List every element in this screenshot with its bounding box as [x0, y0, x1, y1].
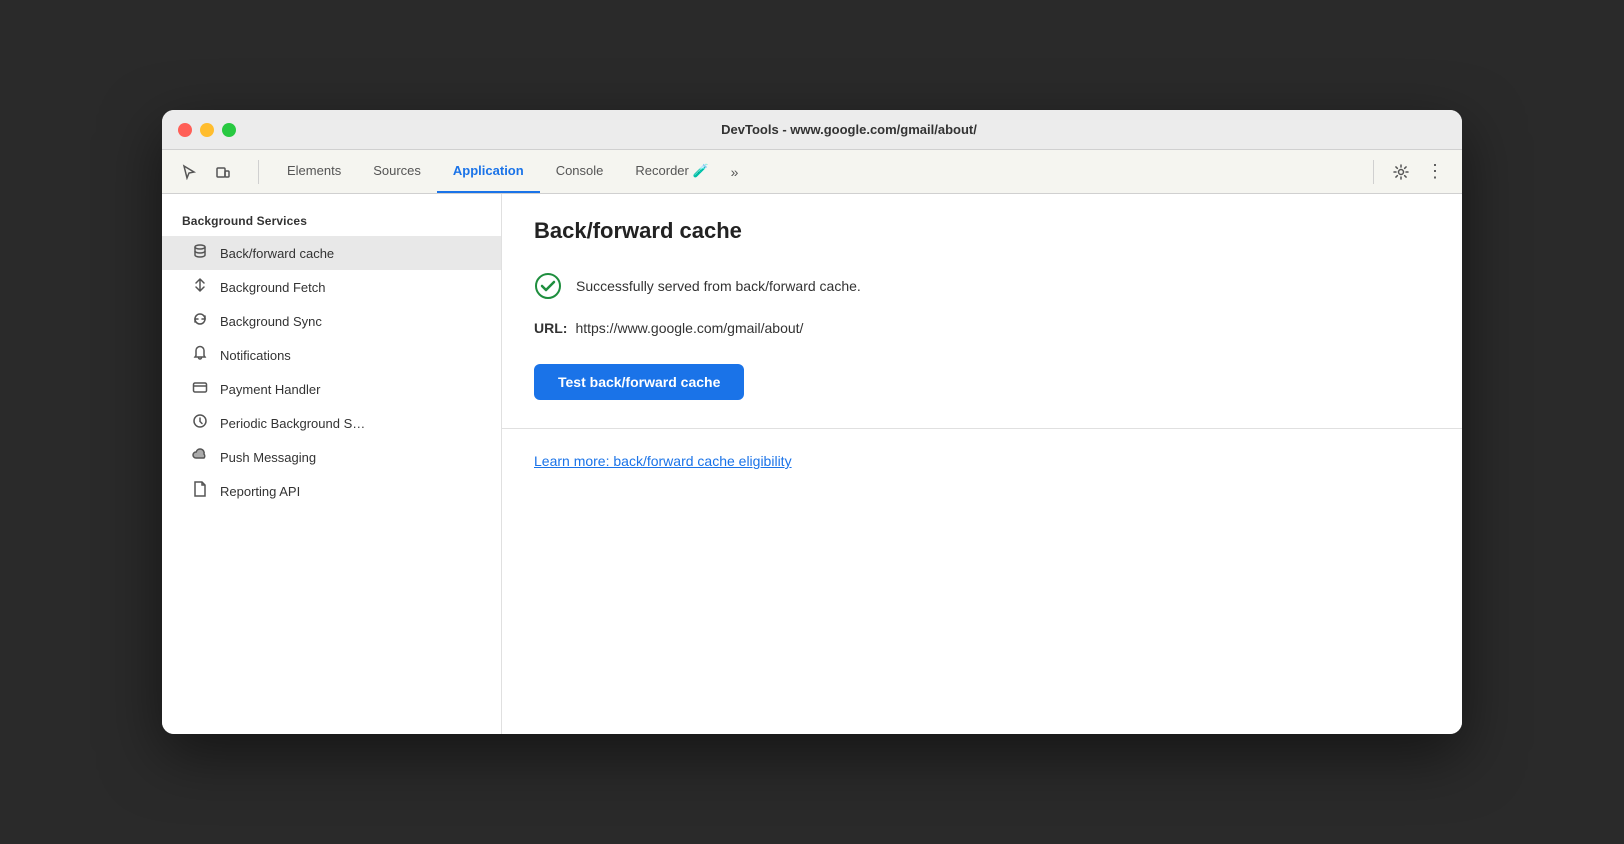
tabs: Elements Sources Application Console Rec…	[271, 150, 1361, 193]
url-value: https://www.google.com/gmail/about/	[575, 320, 803, 336]
close-button[interactable]	[178, 123, 192, 137]
url-label: URL:	[534, 320, 567, 336]
cursor-icon[interactable]	[174, 157, 204, 187]
sidebar-section-title: Background Services	[162, 210, 501, 236]
toolbar-divider-right	[1373, 160, 1374, 184]
sidebar-item-payment[interactable]: Payment Handler	[162, 372, 501, 406]
cloud-icon	[190, 447, 210, 467]
sidebar-item-reporting[interactable]: Reporting API	[162, 474, 501, 508]
toolbar-icons	[174, 157, 238, 187]
more-options-icon[interactable]: ⋮	[1420, 157, 1450, 187]
devtools-window: DevTools - www.google.com/gmail/about/ E…	[162, 110, 1462, 734]
maximize-button[interactable]	[222, 123, 236, 137]
content-title: Back/forward cache	[534, 218, 1430, 244]
sidebar-item-bgsync[interactable]: Background Sync	[162, 304, 501, 338]
more-tabs-button[interactable]: »	[725, 160, 745, 184]
sidebar: Background Services Back/forward cache	[162, 194, 502, 734]
learn-more-link[interactable]: Learn more: back/forward cache eligibili…	[534, 453, 792, 469]
toolbar-right: ⋮	[1365, 157, 1450, 187]
sidebar-item-bgfetch[interactable]: Background Fetch	[162, 270, 501, 304]
sidebar-item-notifications-label: Notifications	[220, 348, 291, 363]
sidebar-item-notifications[interactable]: Notifications	[162, 338, 501, 372]
tab-console[interactable]: Console	[540, 150, 620, 193]
content-panel: Back/forward cache Successfully served f…	[502, 194, 1462, 734]
content-divider	[502, 428, 1462, 429]
clock-icon	[190, 413, 210, 433]
settings-icon[interactable]	[1386, 157, 1416, 187]
success-row: Successfully served from back/forward ca…	[534, 272, 1430, 300]
success-text: Successfully served from back/forward ca…	[576, 278, 861, 294]
sidebar-item-reporting-label: Reporting API	[220, 484, 300, 499]
tab-sources[interactable]: Sources	[357, 150, 437, 193]
titlebar: DevTools - www.google.com/gmail/about/	[162, 110, 1462, 150]
sidebar-item-bgsync-label: Background Sync	[220, 314, 322, 329]
sidebar-item-periodic[interactable]: Periodic Background S…	[162, 406, 501, 440]
toolbar-divider	[258, 160, 259, 184]
sidebar-item-push[interactable]: Push Messaging	[162, 440, 501, 474]
main-content: Background Services Back/forward cache	[162, 194, 1462, 734]
sync-icon	[190, 311, 210, 331]
file-icon	[190, 481, 210, 501]
tab-application[interactable]: Application	[437, 150, 540, 193]
fetch-icon	[190, 277, 210, 297]
sidebar-item-backforward[interactable]: Back/forward cache	[162, 236, 501, 270]
sidebar-item-push-label: Push Messaging	[220, 450, 316, 465]
sidebar-item-backforward-label: Back/forward cache	[220, 246, 334, 261]
url-row: URL: https://www.google.com/gmail/about/	[534, 320, 1430, 336]
device-toggle-icon[interactable]	[208, 157, 238, 187]
success-icon	[534, 272, 562, 300]
test-backforward-button[interactable]: Test back/forward cache	[534, 364, 744, 400]
sidebar-item-payment-label: Payment Handler	[220, 382, 320, 397]
minimize-button[interactable]	[200, 123, 214, 137]
window-title: DevTools - www.google.com/gmail/about/	[252, 122, 1446, 137]
tab-elements[interactable]: Elements	[271, 150, 357, 193]
database-icon	[190, 243, 210, 263]
sidebar-item-periodic-label: Periodic Background S…	[220, 416, 365, 431]
bell-icon	[190, 345, 210, 365]
payment-icon	[190, 379, 210, 399]
tab-recorder[interactable]: Recorder 🧪	[619, 150, 724, 193]
traffic-lights	[178, 123, 236, 137]
sidebar-item-bgfetch-label: Background Fetch	[220, 280, 326, 295]
toolbar: Elements Sources Application Console Rec…	[162, 150, 1462, 194]
